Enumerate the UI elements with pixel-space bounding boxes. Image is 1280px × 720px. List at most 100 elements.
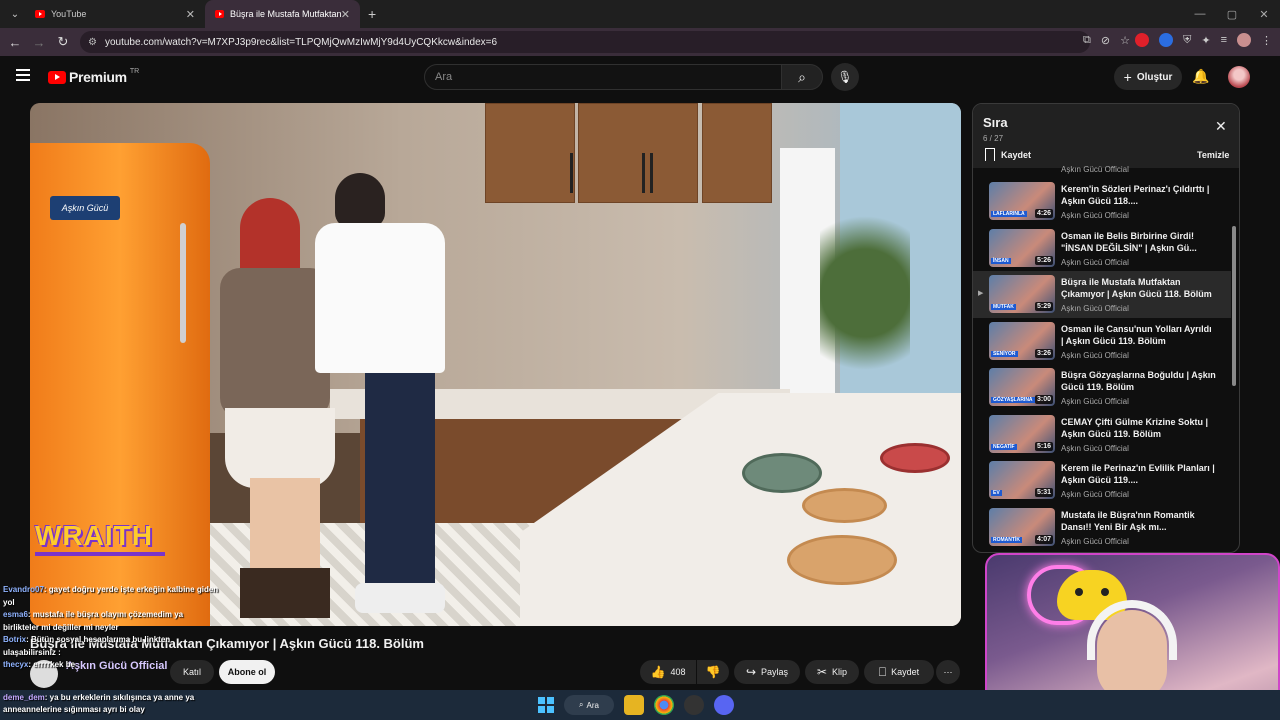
search-button[interactable]: ⌕ <box>781 64 823 90</box>
subscribe-button[interactable]: Abone ol <box>219 660 275 684</box>
extension-blue-icon[interactable] <box>1159 33 1174 47</box>
queue-close-icon[interactable]: ✕ <box>1215 118 1227 135</box>
more-actions-button[interactable]: ⋯ <box>936 660 960 684</box>
chat-message: : Bütün sosyal hesaplarıma bu linkten ul… <box>3 635 171 657</box>
dislike-button[interactable]: 👎 <box>697 660 729 684</box>
queue-item[interactable]: LAFLARINLA 4:26 Kerem'in Sözleri Perinaz'ı… <box>973 178 1231 225</box>
queue-item-channel: Aşkın Gücü Official <box>1061 257 1129 267</box>
thumbnail-caption: GÖZYAŞLARINA <box>991 397 1035 403</box>
queue-thumbnail: İNSAN 5:26 <box>989 228 1055 267</box>
video-player[interactable]: Aşkın Gücü <box>30 103 961 626</box>
like-button[interactable]: 👍 408 <box>640 660 696 684</box>
queue-thumbnail: ROMANTİK 4:07 <box>989 507 1055 546</box>
url-bar[interactable]: ⚙ youtube.com/watch?v=M7XPJ3p9rec&list=T… <box>80 31 1090 53</box>
upper-cabinet <box>578 103 698 203</box>
chrome-icon[interactable] <box>654 695 674 715</box>
back-arrow-icon[interactable]: ← <box>3 35 27 50</box>
omnibox-actions: ⧉ ⊘ ☆ <box>1083 34 1130 47</box>
account-avatar[interactable] <box>1228 66 1250 88</box>
queue-thumbnail: GÖZYAŞLARINA 3:00 <box>989 368 1055 406</box>
queue-item[interactable]: ▶ MUTFAK 5:29 Büşra ile Mustafa Mutfaktan Ç… <box>973 271 1231 318</box>
queue-item-title: Osman ile Belis Birbirine Girdi! "İNSAN … <box>1061 230 1197 253</box>
queue-item-channel: Aşkın Gücü Official <box>1061 397 1129 406</box>
thumbnail-caption: NEGATİF <box>991 443 1017 450</box>
video-duration: 5:29 <box>1034 302 1053 311</box>
site-info-icon[interactable]: ⚙ <box>88 37 97 48</box>
reading-list-icon[interactable]: ≡ <box>1221 34 1227 46</box>
close-window-button[interactable]: ✕ <box>1248 8 1280 21</box>
queue-clear-button[interactable]: Temizle <box>1197 150 1229 160</box>
notifications-bell-icon[interactable]: 🔔 <box>1192 68 1209 85</box>
queue-item-channel: Aşkın Gücü Official <box>1061 211 1129 220</box>
cabinet-handle <box>650 153 653 193</box>
queue-save-button[interactable]: Kaydet <box>985 148 1031 161</box>
queue-item[interactable]: İNSAN 5:26 Osman ile Belis Birbirine Girdi… <box>973 225 1231 272</box>
thumbs-up-icon: 👍 <box>650 665 666 679</box>
guide-menu-icon[interactable] <box>16 69 30 81</box>
tab-youtube[interactable]: YouTube ✕ <box>25 0 205 28</box>
chat-line: thecyx: errrrkek be <box>0 659 220 672</box>
chat-username: Botrix <box>3 635 27 644</box>
queue-position: 6 / 27 <box>983 134 1004 143</box>
create-button[interactable]: + Oluştur <box>1114 64 1182 90</box>
video-duration: 5:16 <box>1034 441 1053 451</box>
queue-item[interactable]: EV 5:31 Kerem ile Perinaz'ın Evlilik Planl… <box>973 457 1231 504</box>
wraith-overlay-logo: WRAITH <box>35 520 153 551</box>
browser-menu-icon[interactable]: ⋮ <box>1261 34 1272 47</box>
share-button[interactable]: ↪ Paylaş <box>734 660 800 684</box>
windows-taskbar: deme_dem: ya bu erkeklerin sıkılışınca y… <box>0 690 1280 720</box>
profile-avatar-icon[interactable] <box>1237 33 1251 47</box>
taskbar-search-label: Ara <box>586 700 599 710</box>
upper-cabinet <box>702 103 772 203</box>
extension-red-icon[interactable] <box>1135 33 1150 47</box>
taskbar-chat-line: deme_dem: ya bu erkeklerin sıkılışınca y… <box>3 692 233 716</box>
app-icon[interactable] <box>684 695 704 715</box>
queue-prev-item[interactable]: Aşkın Gücü Official <box>973 165 1231 178</box>
tab-search-button[interactable]: ⌄ <box>5 4 25 24</box>
clip-label: Klip <box>832 667 848 677</box>
youtube-play-icon <box>48 70 66 84</box>
youtube-favicon-icon <box>215 10 224 18</box>
minimize-button[interactable]: — <box>1184 8 1216 20</box>
queue-item[interactable]: ROMANTİK 4:07 Mustafa ile Büşra'nın Romant… <box>973 504 1231 551</box>
queue-scrollbar[interactable] <box>1232 176 1236 552</box>
bookmark-star-icon[interactable]: ☆ <box>1120 34 1130 47</box>
queue-item[interactable]: SENİYOR 3:26 Osman ile Cansu'nun Yolları A… <box>973 318 1231 365</box>
queue-item[interactable]: NEGATİF 5:16 CEMAY Çifti Gülme Krizine Sok… <box>973 411 1231 458</box>
new-tab-button[interactable]: + <box>368 6 376 22</box>
thumbnail-caption: ROMANTİK <box>991 536 1022 543</box>
discord-icon[interactable] <box>714 695 734 715</box>
save-button[interactable]: ⎕ Kaydet <box>864 660 934 684</box>
wraith-underline <box>35 552 165 556</box>
logo-region: TR <box>129 67 140 75</box>
windows-start-icon[interactable] <box>538 697 554 713</box>
chat-username: thecyx <box>3 660 29 669</box>
video-duration: 5:26 <box>1034 255 1053 265</box>
forward-arrow-icon[interactable]: → <box>27 35 51 50</box>
file-explorer-icon[interactable] <box>624 695 644 715</box>
reload-icon[interactable]: ↻ <box>51 34 75 50</box>
cast-icon[interactable]: ⧉ <box>1083 34 1091 47</box>
queue-item-text: Büşra Gözyaşlarına Boğuldu | Aşkın Gücü … <box>1061 369 1216 406</box>
queue-item[interactable]: GÖZYAŞLARINA 3:00 Büşra Gözyaşlarına Boğul… <box>973 364 1231 411</box>
extensions-puzzle-icon[interactable]: ✦ <box>1201 34 1210 47</box>
search-icon: ⌕ <box>798 68 806 85</box>
youtube-premium-logo[interactable]: Premium TR <box>48 67 140 85</box>
thumbnail-caption: EV <box>991 490 1002 496</box>
tab-close-icon[interactable]: ✕ <box>186 8 195 21</box>
search-input[interactable]: Ara <box>424 64 782 90</box>
clip-button[interactable]: ✂ Klip <box>805 660 859 684</box>
voice-search-button[interactable]: 🎙 <box>831 63 859 91</box>
taskbar-search[interactable]: ⌕ Ara <box>564 695 614 715</box>
tab-current-video[interactable]: Büşra ile Mustafa Mutfaktan Çı ✕ <box>205 0 360 28</box>
queue-item-text: Kerem ile Perinaz'ın Evlilik Planları | … <box>1061 462 1216 499</box>
maximize-button[interactable]: ▢ <box>1216 8 1248 21</box>
chat-username: Evandro07 <box>3 585 44 594</box>
tracking-protection-icon[interactable]: ⊘ <box>1101 34 1110 47</box>
extension-shield-icon[interactable]: ⛨ <box>1183 34 1191 47</box>
queue-thumbnail: SENİYOR 3:26 <box>989 321 1055 360</box>
tab-close-icon[interactable]: ✕ <box>341 8 350 21</box>
url-text: youtube.com/watch?v=M7XPJ3p9rec&list=TLP… <box>104 36 498 48</box>
queue-header: Sıra 6 / 27 ✕ Kaydet Temizle <box>973 104 1239 168</box>
queue-item-channel: Aşkın Gücü Official <box>1061 490 1129 499</box>
